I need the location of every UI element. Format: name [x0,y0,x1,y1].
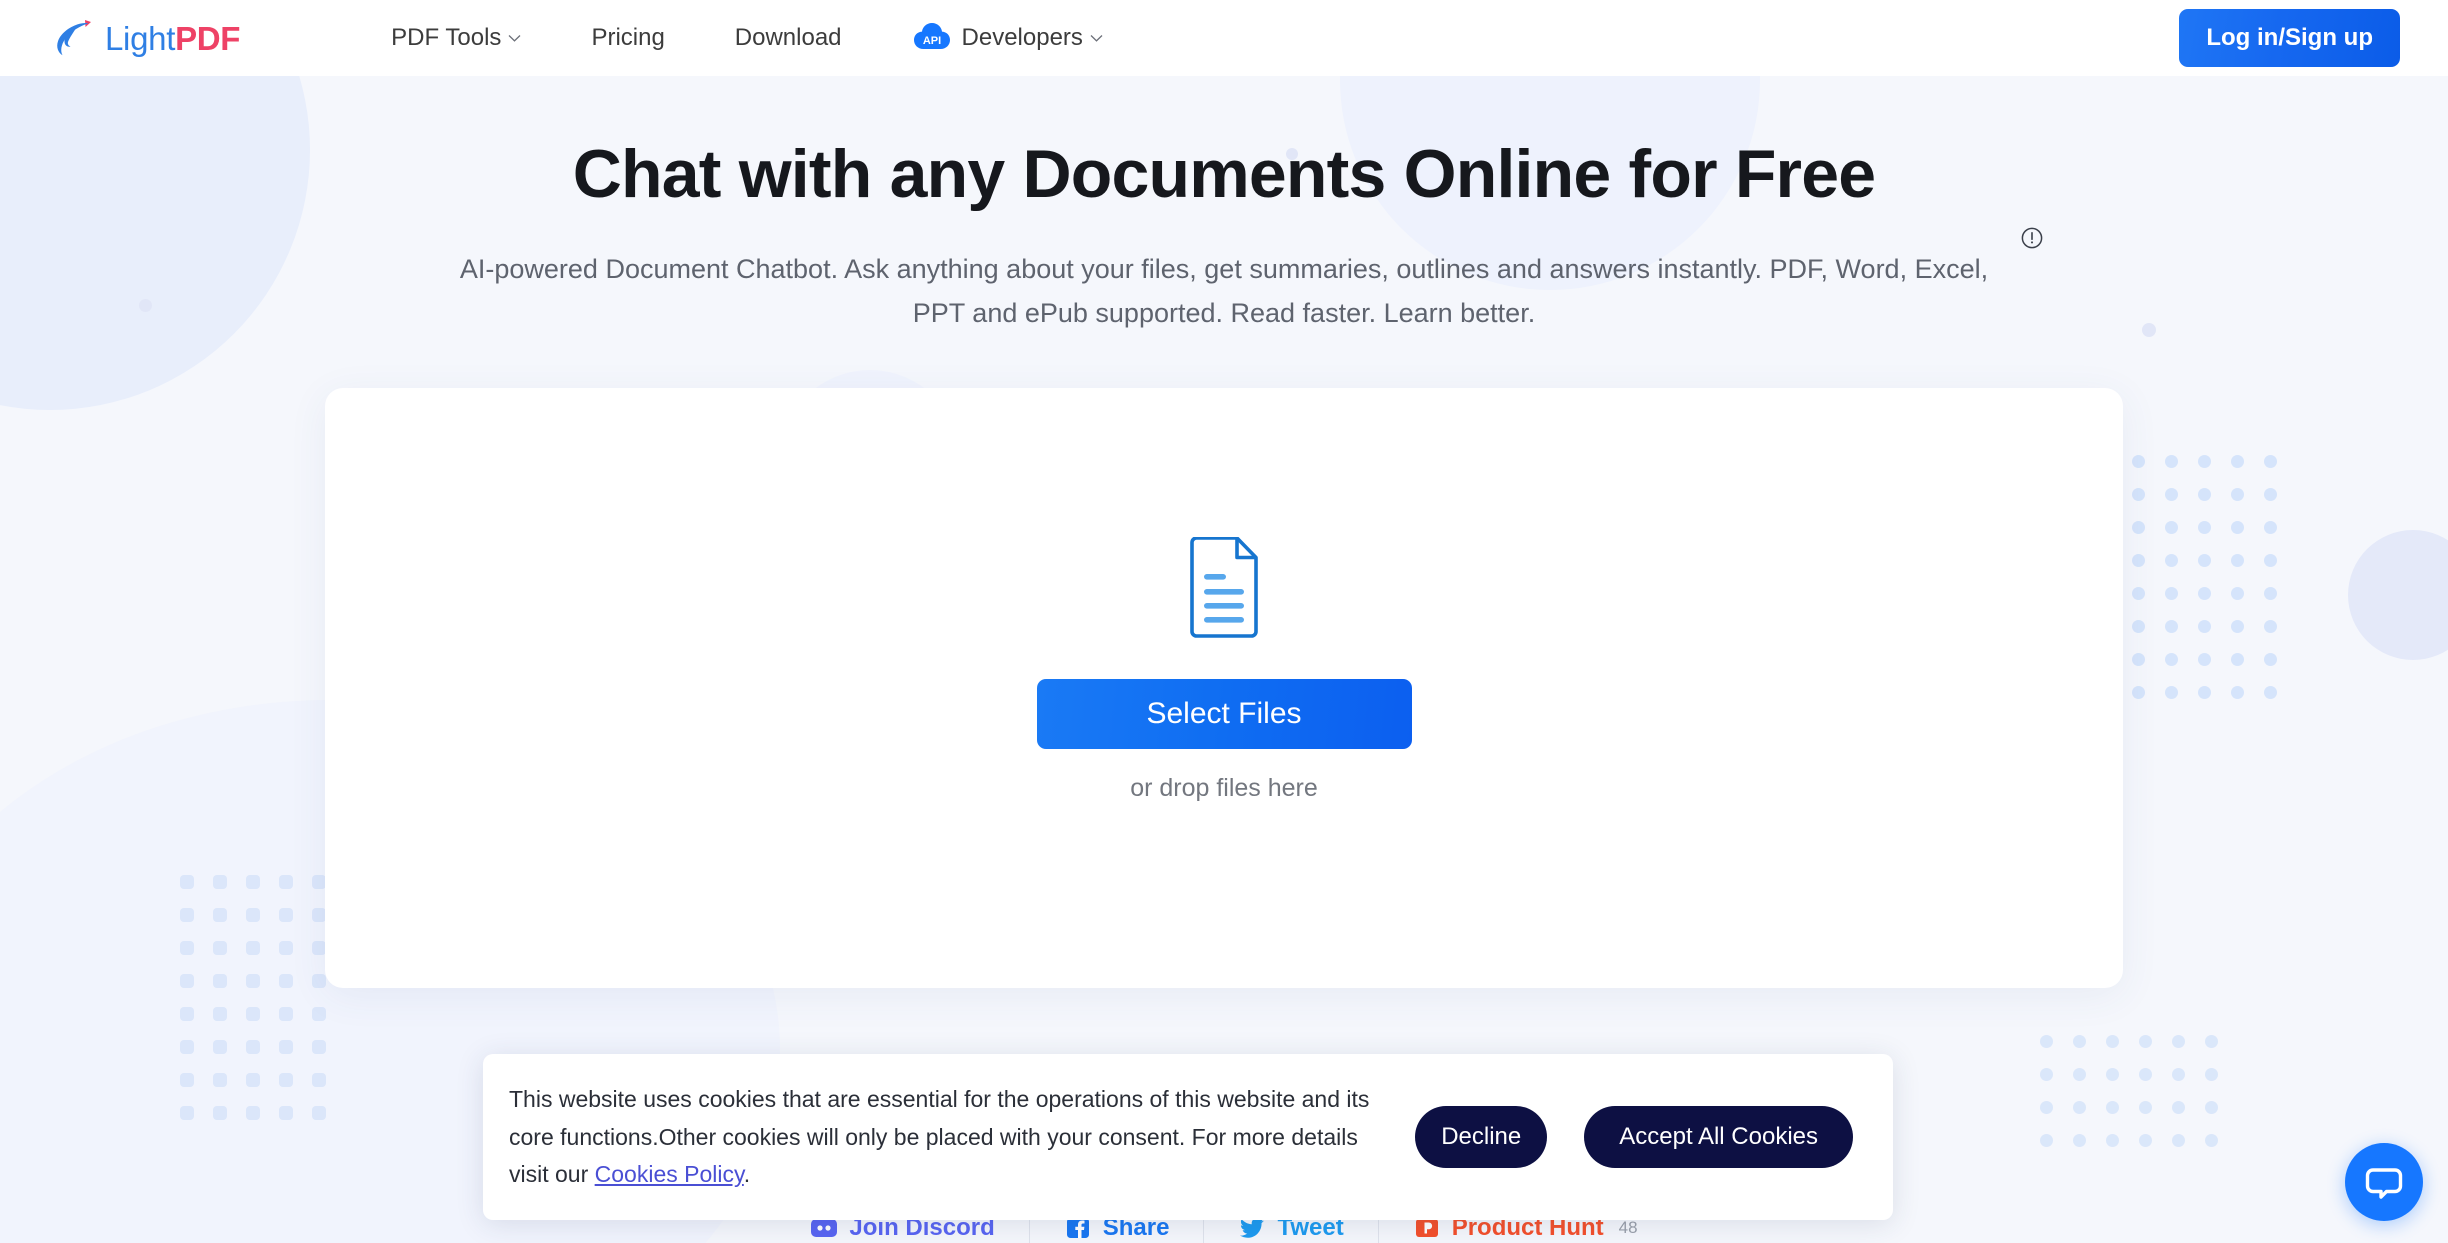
decorative-dot [213,1040,227,1054]
document-lines-icon [1190,536,1258,638]
decorative-dot [2205,1035,2218,1048]
logo-text-pdf: PDF [175,19,241,57]
lightpdf-logo[interactable]: LightPDF [52,18,240,58]
chat-bubble-icon [2365,1168,2403,1199]
decorative-dot [2040,1035,2053,1048]
decorative-dot [180,1040,194,1054]
nav-item-pricing-label: Pricing [591,24,665,51]
decorative-dot [2139,1068,2152,1081]
cookie-text-period: . [743,1160,751,1187]
svg-text:API: API [922,35,940,47]
hero-subtitle-wrapper: AI-powered Document Chatbot. Ask anythin… [444,227,2043,335]
decorative-dot [213,1007,227,1021]
decorative-dot [2106,1101,2119,1114]
social-product-hunt-count: 48 [1618,1218,1638,1237]
decorative-dot [2106,1068,2119,1081]
decorative-dot [2040,1068,2053,1081]
logo-wordmark: LightPDF [105,22,240,55]
decorative-dot [2106,1134,2119,1147]
decorative-dot [180,1106,194,1120]
nav-item-developers[interactable]: API Developers [877,21,1138,55]
decorative-dot [213,1106,227,1120]
decorative-dot [246,1106,260,1120]
decorative-dot [279,1040,293,1054]
cookie-consent-text: This website uses cookies that are essen… [509,1081,1389,1193]
decorative-dot [312,1073,326,1087]
decorative-dot [246,1073,260,1087]
decorative-dot [246,1040,260,1054]
chevron-down-icon [508,35,521,42]
decorative-dot [279,1007,293,1021]
decorative-dot [279,1106,293,1120]
logo-text-light: Light [105,19,176,57]
decorative-dot [2139,1035,2152,1048]
decorative-dot [2172,1035,2185,1048]
decorative-dot [2073,1134,2086,1147]
decorative-dot [2106,1035,2119,1048]
decorative-dot [2073,1068,2086,1081]
decorative-dot [312,1106,326,1120]
decorative-dot [246,1007,260,1021]
nav-item-download[interactable]: Download [700,24,877,52]
decorative-dot [2172,1134,2185,1147]
decorative-dot [2205,1068,2218,1081]
decorative-dot [213,1073,227,1087]
nav-item-download-label: Download [734,24,842,51]
decorative-dot [180,1007,194,1021]
site-header: LightPDF PDF Tools Pricing Download API … [0,0,2448,76]
chevron-down-icon [1090,35,1103,42]
decorative-dot [2073,1035,2086,1048]
lightpdf-bird-logo-icon [57,20,91,56]
decorative-dot [312,1007,326,1021]
decorative-dot [2205,1134,2218,1147]
select-files-button[interactable]: Select Files [1036,678,1412,749]
drop-files-hint: or drop files here [1130,773,1318,802]
cookie-consent-banner: This website uses cookies that are essen… [483,1054,1893,1220]
hero-subtitle: AI-powered Document Chatbot. Ask anythin… [459,254,1989,328]
accept-all-cookies-button[interactable]: Accept All Cookies [1584,1106,1853,1169]
main-navigation: PDF Tools Pricing Download API Developer… [356,21,1138,55]
decorative-dot [312,1040,326,1054]
api-cloud-icon: API [913,23,950,49]
decorative-dot [2172,1101,2185,1114]
exclamation-circle-icon[interactable] [2020,226,2044,250]
decorative-dot [180,1073,194,1087]
decorative-dot [2205,1101,2218,1114]
background-dot-grid-right-lower [2040,1035,2238,1167]
nav-item-developers-label: Developers [961,24,1083,51]
nav-item-pricing[interactable]: Pricing [556,24,699,52]
cookie-actions: Decline Accept All Cookies [1415,1106,1853,1169]
page-title: Chat with any Documents Online for Free [572,136,1876,212]
decorative-dot [2040,1101,2053,1114]
nav-item-pdf-tools-label: PDF Tools [391,24,502,51]
decorative-dot [2073,1101,2086,1114]
live-chat-button[interactable] [2345,1143,2423,1221]
file-upload-dropzone[interactable]: Select Files or drop files here [325,387,2123,988]
login-signup-button[interactable]: Log in/Sign up [2179,9,2400,67]
decorative-dot [2172,1068,2185,1081]
decorative-dot [2139,1101,2152,1114]
decorative-dot [2040,1134,2053,1147]
decorative-dot [2139,1134,2152,1147]
hero-section: Chat with any Documents Online for Free … [0,76,2448,988]
cookies-policy-link[interactable]: Cookies Policy [595,1161,744,1187]
decorative-dot [279,1073,293,1087]
decline-cookies-button[interactable]: Decline [1415,1106,1548,1169]
nav-item-pdf-tools[interactable]: PDF Tools [356,24,556,52]
